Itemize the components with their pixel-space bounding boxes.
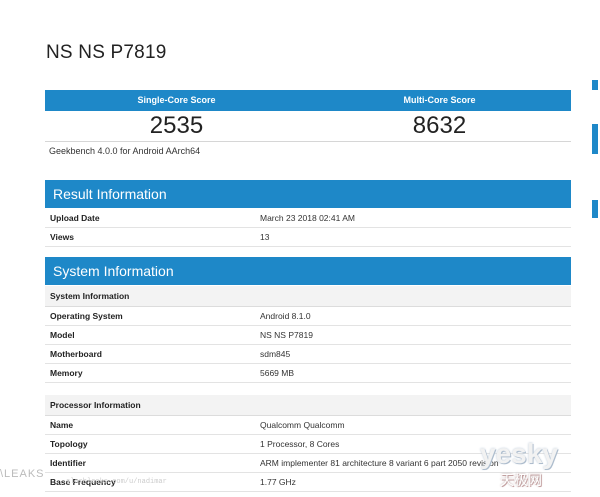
row-key: Motherboard bbox=[50, 349, 102, 359]
row-key: Topology bbox=[50, 439, 88, 449]
row-key: Memory bbox=[50, 368, 83, 378]
table-row: Model NS NS P7819 bbox=[45, 326, 571, 345]
score-panel: Single-Core Score Multi-Core Score 2535 … bbox=[45, 90, 571, 160]
benchmark-version: Geekbench 4.0.0 for Android AArch64 bbox=[45, 141, 571, 160]
right-edge-accent bbox=[592, 200, 598, 218]
page-title: NS NS P7819 bbox=[46, 42, 167, 63]
row-key: Model bbox=[50, 330, 75, 340]
row-key: Operating System bbox=[50, 311, 123, 321]
leaks-url-watermark: slashleaks.com/u/nadimar bbox=[66, 478, 167, 486]
row-value: 5669 MB bbox=[260, 368, 295, 378]
table-row: Views 13 bbox=[45, 228, 571, 247]
single-core-score: 2535 bbox=[149, 112, 204, 139]
system-information-header: System Information bbox=[45, 257, 571, 285]
processor-information-subheader: Processor Information bbox=[45, 395, 571, 416]
table-row: Operating System Android 8.1.0 bbox=[45, 307, 571, 326]
score-values: 2535 8632 bbox=[45, 111, 571, 141]
table-row: Motherboard sdm845 bbox=[45, 345, 571, 364]
multi-core-label: Multi-Core Score bbox=[403, 95, 476, 105]
row-value: Qualcomm Qualcomm bbox=[260, 420, 345, 430]
table-row: Name Qualcomm Qualcomm bbox=[45, 416, 571, 435]
row-key: Name bbox=[50, 420, 74, 430]
yesky-logo-subtitle: 天极网 bbox=[500, 472, 542, 488]
row-key: Identifier bbox=[50, 458, 86, 468]
right-edge-accent bbox=[592, 80, 598, 90]
table-row: Memory 5669 MB bbox=[45, 364, 571, 383]
row-value: NS NS P7819 bbox=[260, 330, 313, 340]
system-information-title: System Information bbox=[53, 263, 174, 279]
leaks-watermark: \LEAKS bbox=[0, 468, 45, 480]
result-information-table: Upload Date March 23 2018 02:41 AM Views… bbox=[45, 209, 571, 247]
multi-core-score: 8632 bbox=[412, 112, 467, 139]
row-value: sdm845 bbox=[260, 349, 291, 359]
single-core-label: Single-Core Score bbox=[137, 95, 216, 105]
system-information-subheader: System Information bbox=[45, 286, 571, 307]
row-value: March 23 2018 02:41 AM bbox=[260, 213, 355, 223]
right-edge-accent bbox=[592, 124, 598, 154]
row-value: 13 bbox=[260, 232, 270, 242]
row-key: Views bbox=[50, 232, 74, 242]
table-row: Upload Date March 23 2018 02:41 AM bbox=[45, 209, 571, 228]
score-header: Single-Core Score Multi-Core Score bbox=[45, 90, 571, 111]
row-value: Android 8.1.0 bbox=[260, 311, 311, 321]
result-information-header: Result Information bbox=[45, 180, 571, 208]
result-information-title: Result Information bbox=[53, 186, 167, 202]
row-key: Upload Date bbox=[50, 213, 100, 223]
